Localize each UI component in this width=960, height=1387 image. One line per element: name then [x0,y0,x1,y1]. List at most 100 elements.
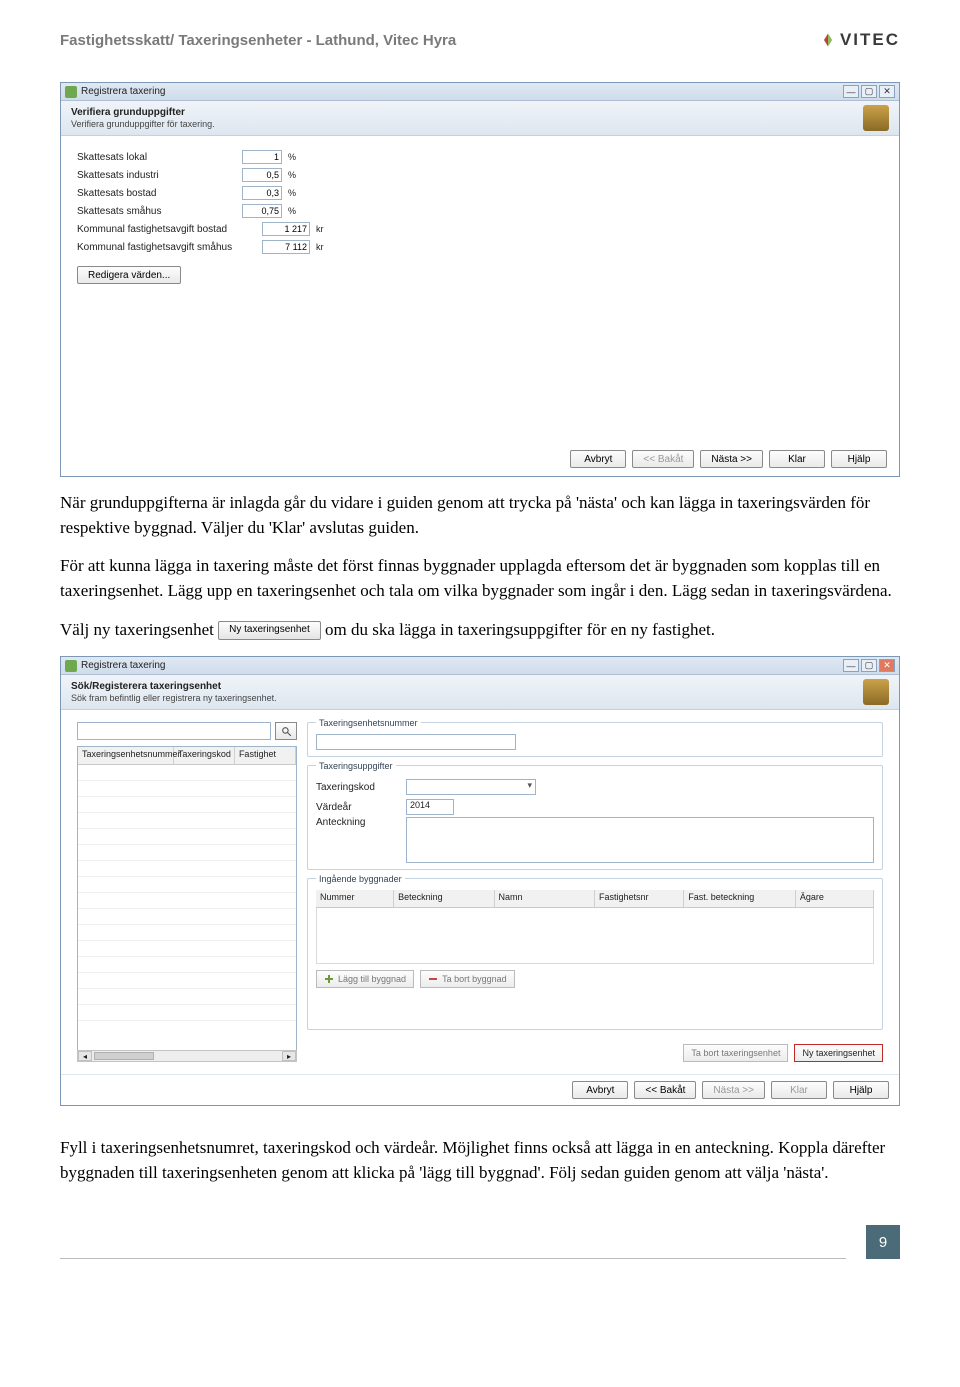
wizard-band: Sök/Registerera taxeringsenhet Sök fram … [61,675,899,710]
label-kommunal-smahus: Kommunal fastighetsavgift småhus [77,242,262,253]
window-close-button[interactable]: ✕ [879,85,895,98]
window-maximize-button[interactable]: ▢ [861,659,877,672]
input-vardear[interactable]: 2014 [406,799,454,815]
col-taxeringsenhetsnummer[interactable]: Taxeringsenhetsnummer [78,747,174,764]
input-skattesats-bostad[interactable] [242,186,282,200]
edit-values-button[interactable]: Redigera värden... [77,266,181,284]
band-subtitle: Verifiera grunduppgifter för taxering. [71,119,215,129]
delete-taxeringsenhet-button[interactable]: Ta bort taxeringsenhet [683,1044,788,1062]
table-row[interactable] [78,941,296,957]
col-taxeringskod[interactable]: Taxeringskod [174,747,235,764]
label-skattesats-lokal: Skattesats lokal [77,152,242,163]
next-button[interactable]: Nästa >> [702,1081,765,1099]
table-row[interactable] [78,925,296,941]
table-row[interactable] [78,797,296,813]
page-footer: 9 [60,1225,900,1259]
unit-percent: % [288,188,296,198]
table-row[interactable] [78,909,296,925]
byggnader-grid-body[interactable] [316,908,874,964]
group-title: Ingående byggnader [316,874,405,884]
table-row[interactable] [78,813,296,829]
right-panel: Taxeringsenhetsnummer Taxeringsuppgifter… [307,722,883,1062]
page-number: 9 [866,1225,900,1259]
units-grid[interactable]: Taxeringsenhetsnummer Taxeringskod Fasti… [77,746,297,1051]
col-nummer[interactable]: Nummer [316,890,394,907]
back-button[interactable]: << Bakåt [632,450,694,468]
new-taxeringsenhet-button[interactable]: Ny taxeringsenhet [794,1044,883,1062]
col-beteckning[interactable]: Beteckning [394,890,494,907]
unit-percent: % [288,206,296,216]
table-row[interactable] [78,861,296,877]
group-title: Taxeringsuppgifter [316,761,396,771]
table-row[interactable] [78,973,296,989]
screenshot-1-window: Registrera taxering — ▢ ✕ Verifiera grun… [60,82,900,477]
scroll-right-button[interactable]: ▸ [282,1051,296,1061]
help-button[interactable]: Hjälp [831,450,887,468]
group-ingaende-byggnader: Ingående byggnader Nummer Beteckning Nam… [307,878,883,1030]
textarea-anteckning[interactable] [406,817,874,863]
col-fast-beteckning[interactable]: Fast. beteckning [684,890,796,907]
search-icon [281,726,292,737]
table-row[interactable] [78,781,296,797]
input-skattesats-lokal[interactable] [242,150,282,164]
search-input[interactable] [77,722,271,740]
footer-rule [60,1258,846,1259]
dropdown-taxeringskod[interactable] [406,779,536,795]
input-kommunal-bostad[interactable] [262,222,310,236]
col-fastighetsnr[interactable]: Fastighetsnr [595,890,684,907]
col-fastighet[interactable]: Fastighet [235,747,296,764]
left-panel: Taxeringsenhetsnummer Taxeringskod Fasti… [77,722,297,1062]
add-byggnad-button[interactable]: Lägg till byggnad [316,970,414,988]
input-taxeringsenhetsnummer[interactable] [316,734,516,750]
paragraph-2: För att kunna lägga in taxering måste de… [60,554,900,603]
done-button[interactable]: Klar [769,450,825,468]
search-button[interactable] [275,722,297,740]
done-button[interactable]: Klar [771,1081,827,1099]
unit-kr: kr [316,242,324,252]
window-minimize-button[interactable]: — [843,85,859,98]
label-skattesats-bostad: Skattesats bostad [77,188,242,199]
window-close-button[interactable]: ✕ [879,659,895,672]
table-row[interactable] [78,877,296,893]
app-icon [65,86,77,98]
paragraph-4: Fyll i taxeringsenhetsnumret, taxeringsk… [60,1136,900,1185]
wizard-button-bar: Avbryt << Bakåt Nästa >> Klar Hjälp [61,1074,899,1105]
label-kommunal-bostad: Kommunal fastighetsavgift bostad [77,224,262,235]
box-icon [863,105,889,131]
scroll-left-button[interactable]: ◂ [78,1051,92,1061]
cancel-button[interactable]: Avbryt [572,1081,628,1099]
remove-byggnad-button[interactable]: Ta bort byggnad [420,970,515,988]
titlebar: Registrera taxering — ▢ ✕ [61,83,899,101]
btn-label: Ta bort byggnad [442,974,507,984]
wizard-body: Skattesats lokal % Skattesats industri %… [61,136,899,476]
help-button[interactable]: Hjälp [833,1081,889,1099]
col-namn[interactable]: Namn [495,890,595,907]
group-taxeringsuppgifter: Taxeringsuppgifter Taxeringskod Värdeår … [307,765,883,870]
table-row[interactable] [78,957,296,973]
minus-icon [428,974,438,984]
input-skattesats-smahus[interactable] [242,204,282,218]
col-agare[interactable]: Ägare [796,890,874,907]
table-row[interactable] [78,829,296,845]
group-title: Taxeringsenhetsnummer [316,718,421,728]
table-row[interactable] [78,765,296,781]
next-button[interactable]: Nästa >> [700,450,763,468]
band-subtitle: Sök fram befintlig eller registrera ny t… [71,693,277,703]
doc-title: Fastighetsskatt/ Taxeringsenheter - Lath… [60,32,456,49]
table-row[interactable] [78,893,296,909]
app-icon [65,660,77,672]
input-kommunal-smahus[interactable] [262,240,310,254]
table-row[interactable] [78,989,296,1005]
input-skattesats-industri[interactable] [242,168,282,182]
table-row[interactable] [78,845,296,861]
cancel-button[interactable]: Avbryt [570,450,626,468]
window-maximize-button[interactable]: ▢ [861,85,877,98]
back-button[interactable]: << Bakåt [634,1081,696,1099]
scroll-thumb[interactable] [94,1052,154,1060]
table-row[interactable] [78,1005,296,1021]
window-minimize-button[interactable]: — [843,659,859,672]
window-title: Registrera taxering [81,660,165,671]
logo: VITEC [820,30,900,50]
wizard-band: Verifiera grunduppgifter Verifiera grund… [61,101,899,136]
horizontal-scrollbar[interactable]: ◂ ▸ [77,1050,297,1062]
